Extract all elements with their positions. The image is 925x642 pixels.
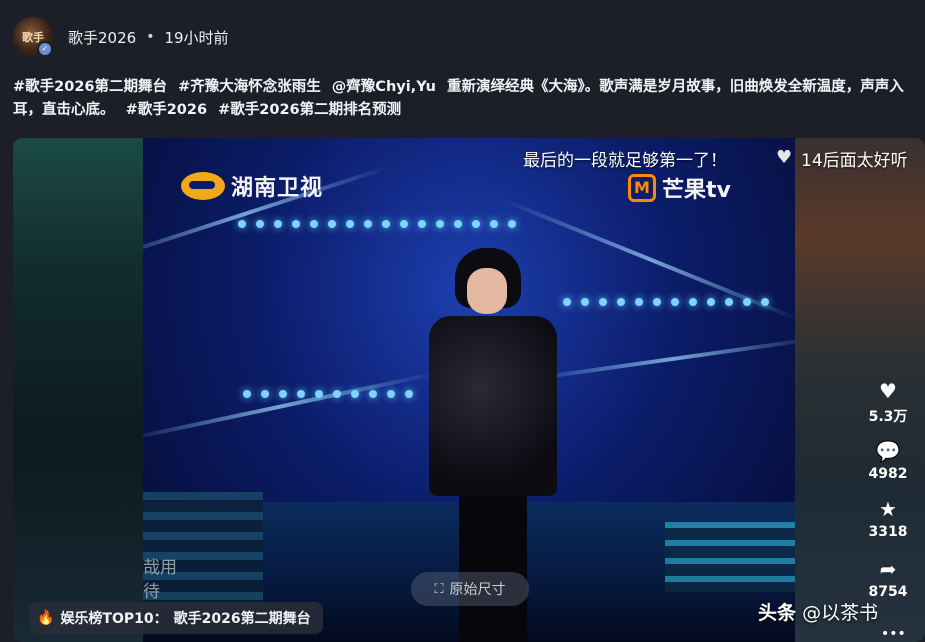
stage-lights — [243, 390, 413, 400]
stage-lights — [238, 220, 516, 230]
hunan-tv-logo: 湖南卫视 — [181, 170, 323, 202]
original-size-button[interactable]: ⛶ 原始尺寸 — [411, 572, 529, 606]
like-button[interactable]: ♥ 5.3万 — [865, 378, 911, 426]
danmaku-comment: 最后的一段就足够第一了！ — [523, 151, 727, 171]
hashtag-link[interactable]: #歌手2026第二期舞台 — [13, 79, 167, 95]
fire-icon: 🔥 — [37, 610, 55, 626]
mango-tv-logo: M 芒果tv — [628, 172, 731, 204]
share-arrow-icon: ➦ — [879, 557, 897, 581]
hashtag-link[interactable]: #歌手2026 — [126, 102, 208, 118]
author-name[interactable]: 歌手2026 — [68, 27, 136, 48]
comment-count: 4982 — [868, 466, 908, 482]
hashtag-link[interactable]: #歌手2026第二期排名预测 — [218, 102, 401, 118]
comment-button[interactable]: 💬 4982 — [865, 438, 911, 482]
favorite-button[interactable]: ★ 3318 — [865, 496, 911, 540]
share-button[interactable]: ➦ 8754 — [865, 556, 911, 600]
heart-icon: ♥ — [776, 147, 793, 168]
comment-bubble-icon: 💬 — [875, 439, 901, 463]
hashtag-link[interactable]: #齐豫大海怀念张雨生 — [178, 79, 321, 95]
rank-badge[interactable]: 🔥 娱乐榜TOP10： 歌手2026第二期舞台 — [29, 602, 323, 634]
favorite-count: 3318 — [868, 524, 908, 540]
post-caption: #歌手2026第二期舞台 #齐豫大海怀念张雨生 @齊豫Chyi,Yu 重新演绎经… — [13, 76, 918, 122]
light-beam — [143, 371, 437, 442]
heart-icon: ♥ — [879, 379, 897, 403]
light-beam — [522, 336, 795, 382]
stage-steps — [665, 522, 795, 592]
video-player[interactable]: 湖南卫视 M 芒果tv 最后的一段就足够第一了！ ♥ 14后面太好听 哉用 待 … — [13, 138, 925, 642]
post-time: 19小时前 — [164, 28, 229, 47]
video-frame[interactable]: 湖南卫视 M 芒果tv — [143, 138, 795, 642]
hunan-tv-mark-icon — [181, 172, 225, 200]
video-subtitle: 哉用 待 — [143, 558, 177, 602]
danmaku-comment: 14后面太好听 — [801, 151, 908, 171]
toutiao-watermark: 头条 @以茶书 — [758, 602, 879, 624]
author-avatar[interactable]: 歌手 ✓ — [13, 17, 53, 57]
post-header: 歌手 ✓ 歌手2026 • 19小时前 — [13, 16, 229, 58]
like-count: 5.3万 — [868, 409, 908, 425]
stage-lights — [563, 298, 769, 308]
mango-tv-mark-icon: M — [628, 174, 656, 202]
verified-badge-icon: ✓ — [37, 41, 53, 57]
expand-icon: ⛶ — [434, 581, 444, 597]
star-icon: ★ — [879, 497, 897, 521]
separator: • — [146, 29, 155, 45]
mention-link[interactable]: @齊豫Chyi,Yu — [332, 79, 436, 95]
blurred-backdrop-left — [13, 138, 143, 642]
more-options-icon[interactable]: ••• — [881, 626, 906, 642]
